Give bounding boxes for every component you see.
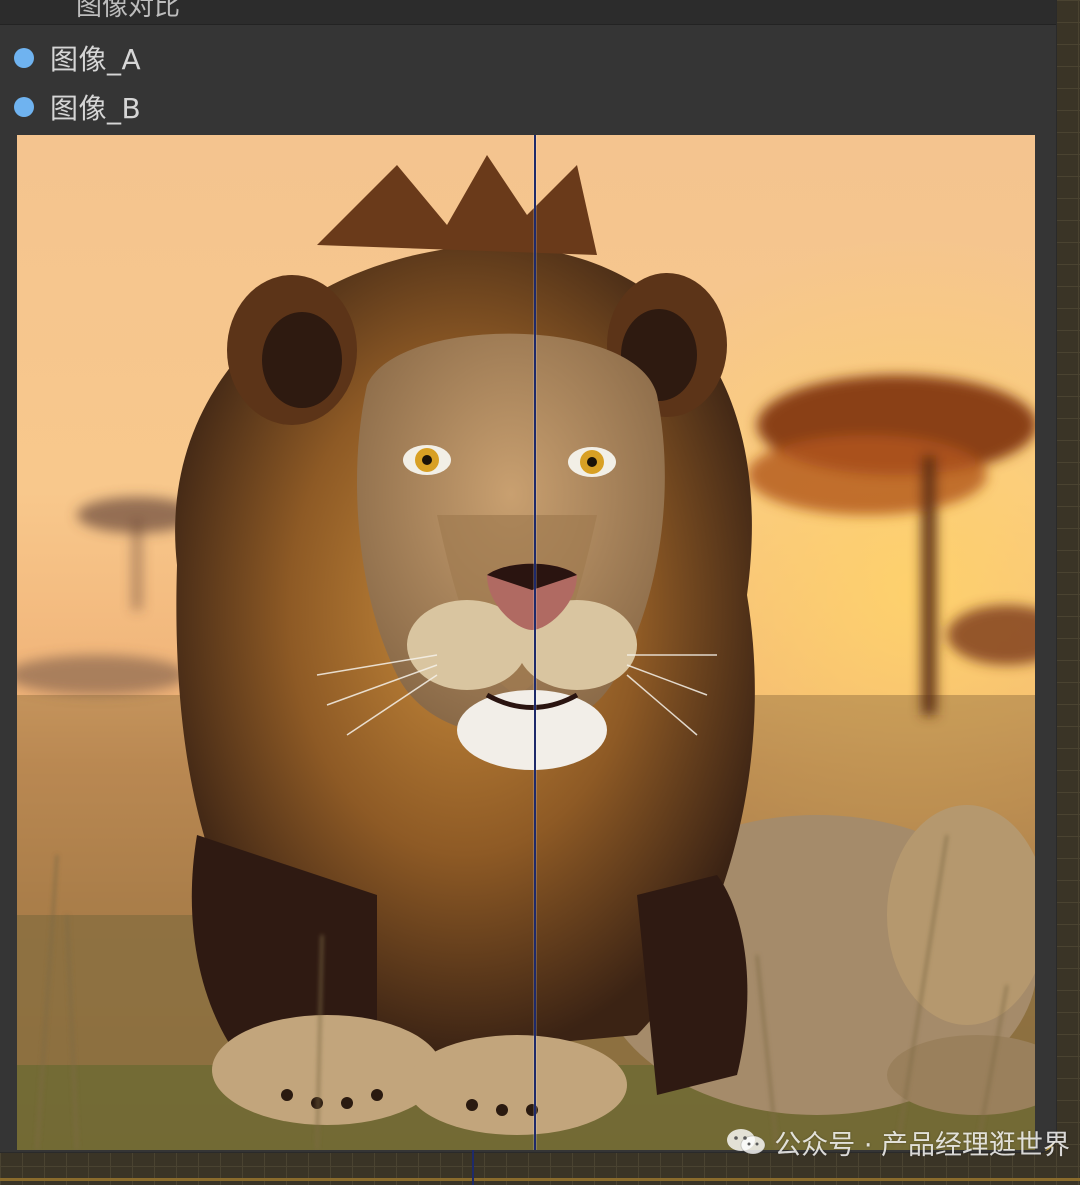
- input-slot-label: 图像_B: [50, 92, 142, 125]
- image-comparer-preview[interactable]: [17, 135, 1035, 1150]
- watermark: 公众号 · 产品经理逛世界: [726, 1122, 1070, 1162]
- input-slot-label: 图像_A: [50, 43, 142, 76]
- node-header[interactable]: 图像对比: [0, 0, 1056, 25]
- canvas-link-line: [0, 1178, 1080, 1181]
- comparer-split-line-extension: [472, 1150, 474, 1185]
- input-slot-image-a[interactable]: 图像_A: [14, 42, 141, 76]
- input-slot-image-b[interactable]: 图像_B: [14, 91, 141, 125]
- node-title: 图像对比: [76, 0, 181, 22]
- wechat-icon: [726, 1127, 766, 1157]
- slot-dot-icon[interactable]: [14, 48, 34, 68]
- watermark-text: 公众号 · 产品经理逛世界: [774, 1129, 1070, 1161]
- lion-image: [17, 135, 1035, 1150]
- image-compare-node[interactable]: 图像对比 图像_A 图像_B: [0, 0, 1056, 1152]
- comparer-split-line[interactable]: [534, 135, 537, 1150]
- slot-dot-icon[interactable]: [14, 97, 34, 117]
